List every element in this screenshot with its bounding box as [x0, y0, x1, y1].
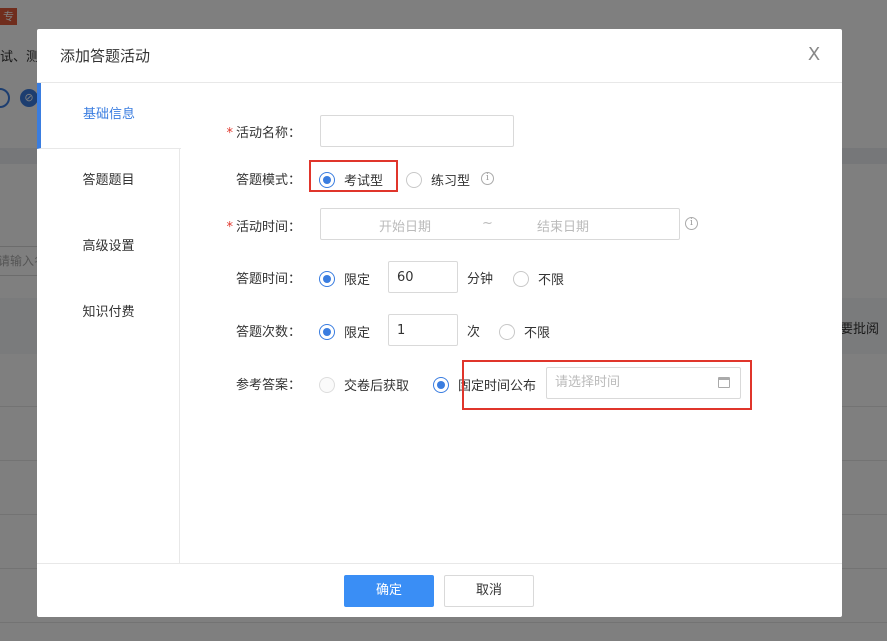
confirm-button[interactable]: 确定: [344, 575, 434, 607]
highlight-box: [462, 360, 752, 410]
basic-info-form: * 活动名称： 答题模式： 考试型 练习型 i * 活动时间： 开始日期 ~ 结束日…: [180, 83, 842, 563]
radio-checked-icon: [319, 323, 335, 340]
radio-checked-icon: [433, 376, 449, 393]
answer-time-label: 答题时间：: [235, 272, 301, 287]
radio-label: 练习型: [431, 174, 471, 189]
radio-label: 限定: [344, 326, 371, 341]
attempts-unit: 次: [467, 325, 481, 340]
radio-answer-after-submit[interactable]: 交卷后获取: [319, 375, 409, 394]
sidebar-item-advanced[interactable]: 高级设置: [37, 215, 180, 281]
end-date-placeholder: 结束日期: [537, 220, 590, 235]
reference-answer-label: 参考答案：: [235, 378, 301, 393]
radio-attempts-unlimited[interactable]: 不限: [499, 322, 550, 341]
radio-duration-unlimited[interactable]: 不限: [513, 269, 564, 288]
radio-label: 不限: [524, 326, 551, 341]
quiz-mode-label: 答题模式：: [235, 173, 301, 188]
sidebar-item-label: 知识付费: [82, 305, 135, 320]
radio-attempts-limited[interactable]: 限定: [319, 322, 370, 341]
answer-attempts-label: 答题次数：: [235, 325, 301, 340]
radio-checked-icon: [319, 270, 335, 287]
radio-duration-limited[interactable]: 限定: [319, 269, 370, 288]
attempts-input[interactable]: [388, 314, 458, 346]
activity-date-range[interactable]: 开始日期 ~ 结束日期: [320, 208, 680, 240]
radio-label: 交卷后获取: [344, 379, 410, 394]
highlight-box: [309, 160, 398, 192]
close-icon[interactable]: X: [804, 43, 824, 67]
radio-unchecked-icon: [499, 323, 515, 340]
dialog-sidebar: 基础信息 答题题目 高级设置 知识付费: [37, 83, 181, 563]
start-date-placeholder: 开始日期: [379, 220, 432, 235]
radio-unchecked-icon: [319, 376, 335, 393]
duration-input[interactable]: [388, 261, 458, 293]
radio-unchecked-icon: [513, 270, 529, 287]
sidebar-item-label: 基础信息: [82, 107, 135, 122]
sidebar-item-label: 高级设置: [82, 239, 135, 254]
sidebar-item-label: 答题题目: [82, 173, 135, 188]
required-mark: *: [226, 126, 233, 141]
add-quiz-activity-dialog: 添加答题活动 X 基础信息 答题题目 高级设置 知识付费 * 活动名称： 答题模式…: [37, 29, 842, 617]
date-separator: ~: [482, 216, 493, 231]
sidebar-item-questions[interactable]: 答题题目: [37, 149, 180, 215]
required-mark: *: [226, 220, 233, 235]
info-icon[interactable]: i: [685, 217, 698, 230]
dialog-title: 添加答题活动: [60, 47, 151, 65]
dialog-header: 添加答题活动 X: [37, 29, 842, 83]
activity-time-label: * 活动时间：: [226, 220, 301, 235]
duration-unit: 分钟: [467, 272, 494, 287]
radio-label: 不限: [538, 273, 565, 288]
activity-name-label: * 活动名称：: [226, 126, 301, 141]
dialog-footer: 确定 取消: [37, 563, 842, 617]
sidebar-item-paid-knowledge[interactable]: 知识付费: [37, 281, 180, 347]
cancel-button[interactable]: 取消: [444, 575, 534, 607]
activity-name-input[interactable]: [320, 115, 514, 147]
info-icon[interactable]: i: [481, 172, 494, 185]
radio-label: 限定: [344, 273, 371, 288]
sidebar-item-basic-info[interactable]: 基础信息: [37, 83, 181, 149]
radio-unchecked-icon: [406, 171, 422, 188]
radio-practice-mode[interactable]: 练习型: [406, 170, 470, 189]
